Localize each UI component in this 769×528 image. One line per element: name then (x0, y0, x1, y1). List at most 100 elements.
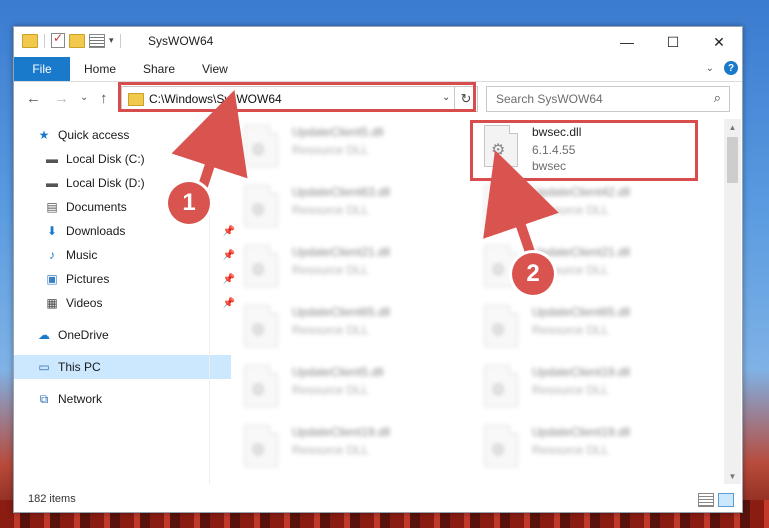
list-item[interactable]: ⚙ UpdateClient19.dll Resource DLL (234, 419, 454, 477)
sidebar-item-this-pc[interactable]: ▭ This PC (14, 355, 231, 379)
tab-share[interactable]: Share (143, 57, 175, 81)
dll-file-icon: ⚙ (484, 305, 518, 347)
search-placeholder: Search SysWOW64 (496, 92, 603, 106)
list-item[interactable]: ⚙ UpdateClient21.dll Resource DLL (474, 239, 694, 297)
file-name: UpdateClient63.dll (292, 185, 391, 199)
sidebar-item-pictures[interactable]: ▣ Pictures 📌 (14, 267, 239, 291)
gear-icon: ⚙ (491, 382, 506, 399)
sidebar-item-downloads[interactable]: ⬇ Downloads 📌 (14, 219, 239, 243)
list-item[interactable]: ⚙ UpdateClient42.dll Resource DLL (474, 179, 694, 237)
sidebar-item-network[interactable]: ⧉ Network (14, 387, 231, 411)
file-type: Resource DLL (532, 383, 609, 397)
ribbon-tabs: File Home Share View ⌄ ? (14, 57, 742, 82)
sidebar-item-onedrive[interactable]: ☁ OneDrive (14, 323, 231, 347)
list-item[interactable]: ⚙ UpdateClient63.dll Resource DLL (234, 179, 454, 237)
scrollbar-thumb[interactable] (727, 137, 738, 183)
dll-file-icon: ⚙ (244, 245, 278, 287)
sidebar-item-label: Documents (66, 200, 127, 214)
file-name: UpdateClient65.dll (292, 305, 391, 319)
list-item[interactable]: ⚙ UpdateClient65.dll Resource DLL (234, 299, 454, 357)
tab-view[interactable]: View (202, 57, 228, 81)
back-button[interactable]: ← (26, 90, 41, 107)
dll-file-icon: ⚙ (244, 185, 278, 227)
file-type: Resource DLL (292, 443, 369, 457)
forward-button[interactable]: → (54, 90, 69, 107)
title-bar: ▾ SysWOW64 — ☐ ✕ (14, 27, 742, 57)
sidebar-item-music[interactable]: ♪ Music 📌 (14, 243, 239, 267)
file-name: UpdateClient42.dll (532, 185, 631, 199)
details-view-icon[interactable] (698, 493, 714, 507)
tab-file[interactable]: File (14, 57, 70, 81)
quick-access-toolbar: ▾ (22, 31, 123, 48)
scroll-down-icon[interactable]: ▼ (724, 468, 741, 484)
drive-icon: ▬ (46, 152, 58, 166)
video-icon: ▦ (46, 296, 58, 310)
gear-icon: ⚙ (251, 142, 266, 159)
sidebar-item-label: Downloads (66, 224, 126, 238)
sidebar-item-label: Local Disk (D:) (66, 176, 145, 190)
file-type: Resource DLL (292, 263, 369, 277)
gear-icon: ⚙ (251, 262, 266, 279)
close-button[interactable]: ✕ (696, 27, 742, 57)
dll-file-icon: ⚙ (484, 425, 518, 467)
new-folder-icon[interactable] (69, 33, 85, 48)
properties-icon[interactable] (89, 33, 105, 48)
download-icon: ⬇ (46, 224, 58, 238)
file-type: Resource DLL (532, 443, 609, 457)
sidebar-item-local-disk-c[interactable]: ▬ Local Disk (C:) 📌 (14, 147, 239, 171)
computer-icon: ▭ (38, 360, 50, 374)
list-item[interactable]: ⚙ UpdateClient5.dll Resource DLL (234, 359, 454, 417)
list-item[interactable]: ⚙ UpdateClient21.dll Resource DLL (234, 239, 454, 297)
list-item[interactable]: ⚙ UpdateClient5.dll Resource DLL (234, 119, 454, 177)
customize-toolbar-dropdown-icon[interactable]: ▾ (109, 35, 114, 46)
folder-icon (22, 33, 38, 48)
gear-icon: ⚙ (491, 202, 506, 219)
window-title: SysWOW64 (148, 34, 214, 48)
toolbar-divider (119, 33, 121, 48)
tiles-view-icon[interactable] (718, 493, 734, 507)
minimize-button[interactable]: — (604, 27, 650, 57)
sidebar-item-label: Pictures (66, 272, 110, 286)
pane-divider[interactable] (209, 119, 210, 484)
up-button[interactable]: ↑ (100, 90, 108, 107)
expand-ribbon-icon[interactable]: ⌄ (706, 63, 714, 74)
sidebar-item-quick-access[interactable]: ★ Quick access (14, 123, 231, 147)
list-item[interactable]: ⚙ UpdateClient19.dll Resource DLL (474, 359, 694, 417)
search-input[interactable]: Search SysWOW64 ⌕ (486, 86, 730, 112)
sidebar-item-label: Local Disk (C:) (66, 152, 145, 166)
dll-file-icon: ⚙ (244, 425, 278, 467)
cloud-icon: ☁ (38, 328, 50, 342)
sidebar-item-label: OneDrive (58, 328, 109, 342)
gear-icon: ⚙ (251, 442, 266, 459)
vertical-scrollbar[interactable]: ▲ ▼ (724, 119, 741, 484)
gear-icon: ⚙ (491, 262, 506, 279)
file-name: UpdateClient65.dll (532, 305, 631, 319)
callout-1: 1 (168, 182, 210, 224)
search-icon: ⌕ (713, 90, 721, 105)
recent-locations-button[interactable]: ⌄ (80, 92, 88, 103)
list-item[interactable]: ⚙ UpdateClient65.dll Resource DLL (474, 299, 694, 357)
navigation-pane: ★ Quick access ▬ Local Disk (C:) 📌 ▬ Loc… (14, 119, 235, 484)
dll-file-icon: ⚙ (484, 185, 518, 227)
dll-file-icon: ⚙ (244, 125, 278, 167)
gear-icon: ⚙ (491, 322, 506, 339)
file-name: UpdateClient5.dll (292, 365, 384, 379)
tab-home[interactable]: Home (84, 57, 116, 81)
item-count: 182 items (28, 493, 76, 505)
properties-check-icon[interactable] (51, 31, 65, 48)
file-type: Resource DLL (292, 383, 369, 397)
file-name: UpdateClient19.dll (532, 365, 631, 379)
list-item[interactable]: ⚙ UpdateClient19.dll Resource DLL (474, 419, 694, 477)
maximize-button[interactable]: ☐ (650, 27, 696, 57)
sidebar-item-label: Music (66, 248, 98, 262)
pictures-icon: ▣ (46, 272, 58, 286)
scroll-up-icon[interactable]: ▲ (724, 119, 741, 135)
music-icon: ♪ (49, 248, 55, 262)
help-icon[interactable]: ? (724, 61, 738, 75)
gear-icon: ⚙ (251, 322, 266, 339)
address-highlight-box (118, 82, 476, 112)
file-name: UpdateClient19.dll (292, 425, 391, 439)
sidebar-item-videos[interactable]: ▦ Videos 📌 (14, 291, 239, 315)
file-type: Resource DLL (532, 203, 609, 217)
toolbar-divider (44, 33, 45, 48)
